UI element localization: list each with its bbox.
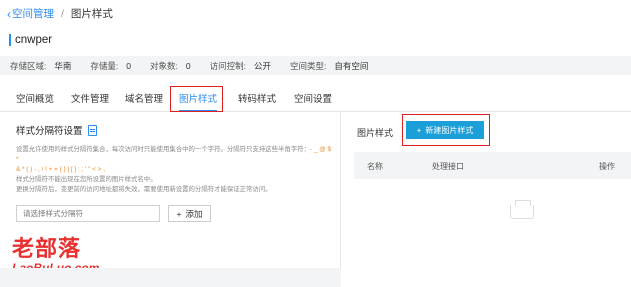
tab-bar: 空间概览 文件管理 域名管理 图片样式 转码样式 空间设置 bbox=[0, 88, 631, 112]
bucket-accent-bar bbox=[9, 34, 11, 46]
breadcrumb: ‹ 空间管理 / 图片样式 bbox=[7, 6, 113, 21]
plus-icon: + bbox=[176, 208, 182, 219]
bucket-info-bar: 存储区域: 华南 存储量: 0 对象数: 0 访问控制: 公开 空间类型: 自有空间 bbox=[0, 56, 631, 75]
separator-settings-title: 样式分隔符设置 bbox=[16, 123, 97, 137]
breadcrumb-separator: / bbox=[61, 7, 64, 20]
chevron-left-icon: ‹ bbox=[7, 6, 11, 21]
column-name: 名称 bbox=[367, 162, 383, 171]
tab-highlight-box bbox=[170, 86, 223, 112]
column-actions: 操作 bbox=[599, 162, 615, 171]
separator-description: 设置允许使用的样式分隔符集合，每次访问时只能使用集合中的一个字符。分隔符只支持这… bbox=[16, 146, 332, 193]
image-styles-title: 图片样式 bbox=[357, 128, 394, 138]
image-styles-table-header: 名称 处理接口 操作 bbox=[354, 152, 631, 179]
tab-files[interactable]: 文件管理 bbox=[71, 91, 109, 105]
tab-overview[interactable]: 空间概览 bbox=[16, 91, 54, 105]
column-interface: 处理接口 bbox=[432, 162, 464, 171]
empty-box-icon bbox=[510, 200, 534, 219]
button-highlight-box bbox=[402, 114, 490, 146]
tab-domains[interactable]: 域名管理 bbox=[125, 91, 163, 105]
bottom-strip bbox=[0, 268, 341, 287]
info-type: 空间类型: 自有空间 bbox=[290, 60, 369, 71]
separator-settings-panel: 样式分隔符设置 设置允许使用的样式分隔符集合，每次访问时只能使用集合中的一个字符… bbox=[0, 112, 341, 287]
bucket-title: cnwper bbox=[9, 34, 52, 46]
tab-settings[interactable]: 空间设置 bbox=[294, 91, 332, 105]
breadcrumb-back-link[interactable]: ‹ 空间管理 bbox=[7, 6, 54, 21]
separator-select-input[interactable] bbox=[16, 205, 160, 222]
breadcrumb-current: 图片样式 bbox=[70, 8, 113, 20]
tab-transcode-styles[interactable]: 转码样式 bbox=[238, 91, 276, 105]
info-storage: 存储量: 0 bbox=[90, 60, 131, 71]
breadcrumb-back-label: 空间管理 bbox=[12, 8, 54, 20]
bucket-name: cnwper bbox=[15, 34, 53, 46]
add-separator-button[interactable]: + 添加 bbox=[168, 205, 211, 222]
info-objects: 对象数: 0 bbox=[150, 60, 191, 71]
info-region: 存储区域: 华南 bbox=[10, 60, 72, 71]
document-icon[interactable] bbox=[87, 124, 97, 136]
info-access: 访问控制: 公开 bbox=[209, 60, 271, 71]
